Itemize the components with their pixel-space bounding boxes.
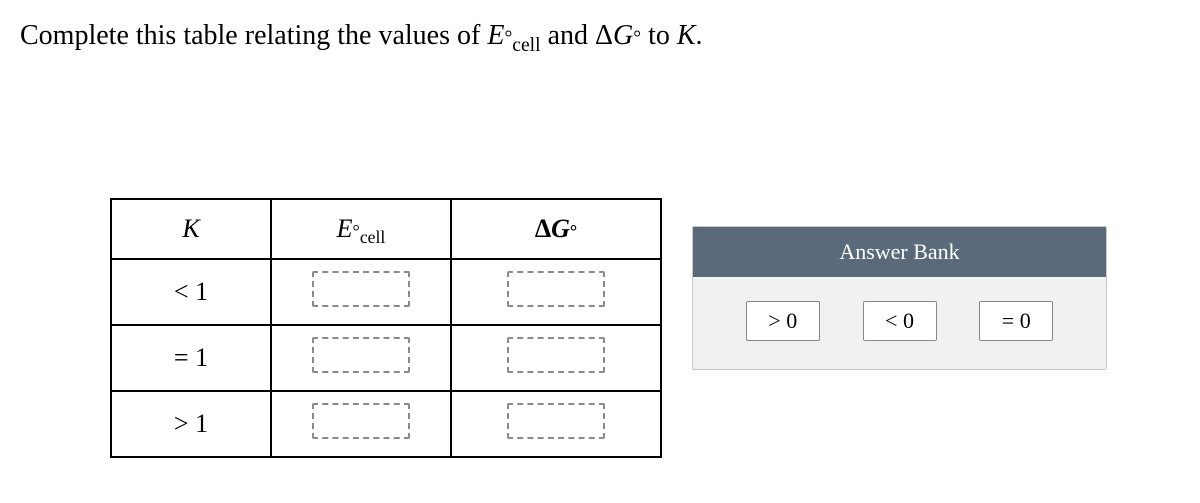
table-row: > 1 — [111, 391, 661, 457]
drop-slot-e-2[interactable] — [312, 403, 410, 439]
cell-g-1 — [451, 325, 661, 391]
answer-tile-lt0[interactable]: < 0 — [863, 301, 937, 341]
header-k: K — [111, 199, 271, 259]
drop-slot-g-0[interactable] — [507, 271, 605, 307]
e-symbol: E — [487, 20, 504, 51]
e-subscript: cell — [512, 35, 540, 56]
prompt-text-end: . — [696, 20, 703, 51]
answer-bank: Answer Bank > 0 < 0 = 0 — [692, 226, 1107, 370]
table-row: = 1 — [111, 325, 661, 391]
content-row: K E°cell ΔG° < 1 = 1 > — [20, 198, 1180, 458]
table-row: < 1 — [111, 259, 661, 325]
prompt-text-mid: and Δ — [541, 20, 613, 51]
cell-g-0 — [451, 259, 661, 325]
drop-slot-e-1[interactable] — [312, 337, 410, 373]
cell-e-0 — [271, 259, 451, 325]
prompt-text-pre: Complete this table relating the values … — [20, 20, 487, 51]
header-ecell: E°cell — [271, 199, 451, 259]
k-value-1: = 1 — [111, 325, 271, 391]
g-symbol: G — [613, 20, 633, 51]
prompt-text-post: to — [641, 20, 677, 51]
answer-bank-title: Answer Bank — [693, 227, 1106, 277]
header-deltag: ΔG° — [451, 199, 661, 259]
worksheet-table: K E°cell ΔG° < 1 = 1 > — [110, 198, 662, 458]
cell-g-2 — [451, 391, 661, 457]
k-symbol: K — [677, 20, 696, 51]
g-degree: ° — [633, 28, 641, 49]
drop-slot-g-2[interactable] — [507, 403, 605, 439]
cell-e-2 — [271, 391, 451, 457]
drop-slot-e-0[interactable] — [312, 271, 410, 307]
cell-e-1 — [271, 325, 451, 391]
answer-bank-body: > 0 < 0 = 0 — [693, 277, 1106, 369]
answer-tile-gt0[interactable]: > 0 — [746, 301, 820, 341]
question-prompt: Complete this table relating the values … — [20, 18, 1180, 58]
answer-tile-eq0[interactable]: = 0 — [979, 301, 1053, 341]
k-value-2: > 1 — [111, 391, 271, 457]
k-value-0: < 1 — [111, 259, 271, 325]
drop-slot-g-1[interactable] — [507, 337, 605, 373]
